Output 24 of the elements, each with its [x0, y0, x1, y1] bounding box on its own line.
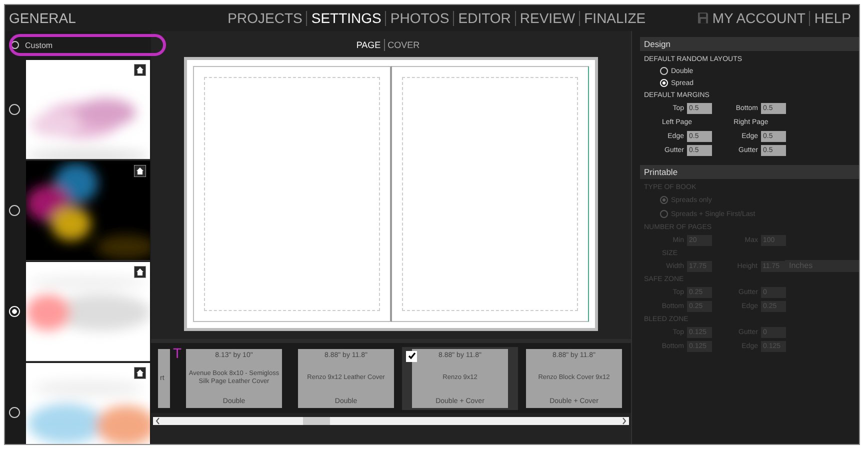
nav-link[interactable]: HELP [809, 10, 855, 26]
scroll-left-icon[interactable] [155, 417, 161, 425]
scrollbar[interactable] [153, 417, 629, 425]
home-icon[interactable] [134, 366, 146, 378]
brand-label: GENERAL [9, 10, 77, 26]
view-tab[interactable]: COVER [384, 40, 423, 50]
home-icon[interactable] [134, 64, 146, 76]
home-icon[interactable] [134, 164, 146, 176]
nav-link[interactable]: MY ACCOUNT [708, 10, 810, 26]
panel-header: Printable [640, 165, 859, 179]
nav-tab[interactable]: EDITOR [453, 10, 515, 26]
custom-label[interactable]: Custom [25, 40, 53, 50]
view-tab[interactable]: PAGE [353, 40, 384, 50]
checkbox[interactable] [406, 350, 417, 362]
nav-tab[interactable]: REVIEW [514, 10, 580, 26]
home-icon[interactable] [134, 266, 146, 278]
text-annotation: T [173, 345, 182, 361]
scroll-right-icon[interactable] [621, 417, 627, 425]
nav-tab[interactable]: PROJECTS [224, 10, 306, 26]
panel-header: Design [640, 37, 859, 51]
nav-tab[interactable]: SETTINGS [306, 10, 386, 26]
nav-tab[interactable]: FINALIZE [579, 10, 650, 26]
nav-tab[interactable]: PHOTOS [385, 10, 454, 26]
scrollbar-thumb[interactable] [303, 417, 330, 425]
